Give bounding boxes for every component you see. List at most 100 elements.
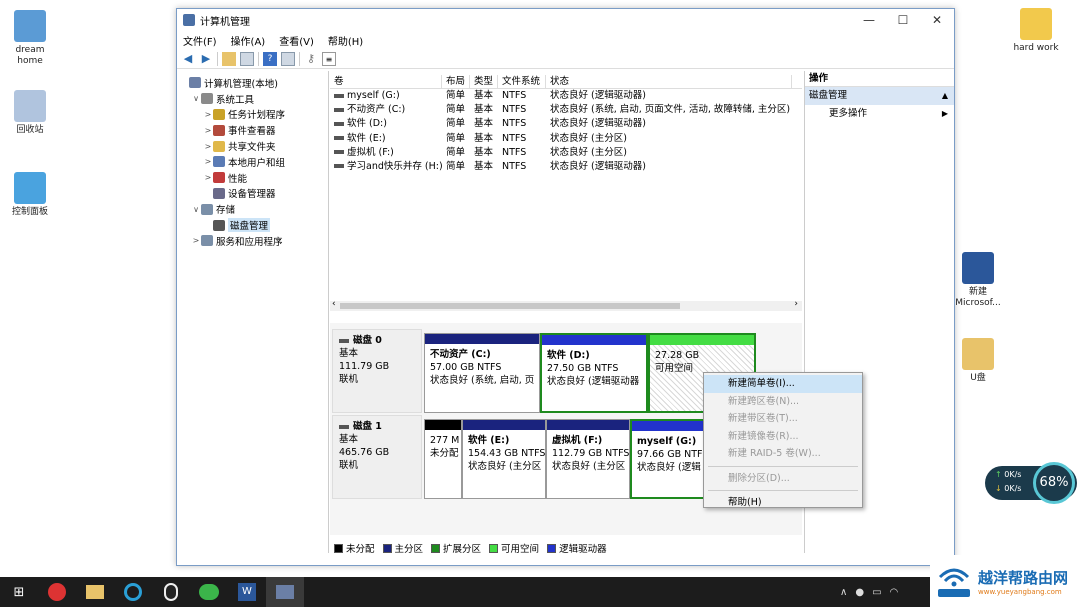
collapse-up-icon[interactable]: ▲ [942, 87, 948, 105]
expand-arrow-icon[interactable]: > [203, 110, 213, 119]
expand-arrow-icon[interactable]: ∨ [191, 94, 201, 103]
volume-row[interactable]: 软件 (D:) 简单 基本 NTFS 状态良好 (逻辑驱动器) [330, 117, 802, 131]
key-icon[interactable]: ⚷ [304, 52, 318, 66]
desktop-icon[interactable]: 控制面板 [0, 172, 60, 218]
tree-item[interactable]: > 本地用户和组 [177, 154, 328, 170]
netease-music-icon[interactable] [38, 577, 76, 607]
partition-status: 状态良好 (系统, 启动, 页 [430, 375, 535, 386]
tray-battery-icon[interactable]: ▭ [872, 587, 881, 598]
cell-filesystem: NTFS [498, 146, 546, 160]
scroll-thumb[interactable] [340, 303, 680, 309]
tree-node-icon [213, 219, 225, 231]
cell-text: 简单 [446, 118, 466, 130]
tree-node-icon [213, 124, 225, 136]
partition-block[interactable]: 虚拟机 (F:) 112.79 GB NTFS 状态良好 (主分区 [546, 419, 630, 499]
tree-item-label: 计算机管理(本地) [204, 78, 278, 90]
actions-section-disk-management[interactable]: 磁盘管理 ▲ [805, 87, 954, 105]
expand-arrow-icon[interactable]: > [203, 142, 213, 151]
show-hide-tree-icon[interactable] [240, 51, 254, 66]
tray-wifi-icon[interactable]: ◠ [890, 587, 899, 598]
close-button[interactable]: ✕ [920, 9, 954, 31]
maximize-button[interactable]: ☐ [886, 9, 920, 31]
tree-item[interactable]: ∨ 系统工具 [177, 91, 328, 107]
file-explorer-icon[interactable] [76, 577, 114, 607]
forward-arrow-icon[interactable]: ▶ [199, 52, 213, 66]
volume-row[interactable]: 软件 (E:) 简单 基本 NTFS 状态良好 (主分区) [330, 132, 802, 146]
cell-status: 状态良好 (主分区) [546, 132, 792, 146]
disk-info[interactable]: 磁盘 0 基本 111.79 GB 联机 [332, 329, 422, 413]
context-menu-item: 新建带区卷(T)... [728, 413, 798, 424]
menu-action[interactable]: 操作(A) [231, 33, 266, 48]
menu-file[interactable]: 文件(F) [183, 33, 217, 48]
desktop-icon[interactable]: U盘 [948, 338, 1008, 384]
tree-item[interactable]: > 任务计划程序 [177, 107, 328, 123]
computer-management-taskbar-icon[interactable] [266, 577, 304, 607]
partition-block[interactable]: 软件 (E:) 154.43 GB NTFS 状态良好 (主分区 [462, 419, 546, 499]
qq-icon[interactable] [152, 577, 190, 607]
start-windows-icon[interactable]: ⊞ [0, 577, 38, 607]
tree-item[interactable]: 磁盘管理 [177, 217, 328, 233]
menu-view[interactable]: 查看(V) [279, 33, 314, 48]
up-folder-icon[interactable] [222, 51, 236, 66]
desktop-icon[interactable]: hard work [1006, 8, 1066, 54]
tree-item[interactable]: > 性能 [177, 170, 328, 186]
scroll-right-icon[interactable]: › [794, 299, 798, 309]
more-actions-label: 更多操作 [829, 108, 868, 119]
minimize-button[interactable]: — [852, 9, 886, 31]
expand-arrow-icon[interactable]: ∨ [191, 205, 201, 214]
word-icon[interactable]: W [228, 577, 266, 607]
properties-icon[interactable] [281, 51, 295, 66]
list-view-icon[interactable]: ≡ [322, 51, 336, 66]
col-status[interactable]: 状态 [546, 75, 792, 88]
desktop-icon[interactable]: 回收站 [0, 90, 60, 136]
volume-row[interactable]: 虚拟机 (F:) 简单 基本 NTFS 状态良好 (主分区) [330, 146, 802, 160]
tree-node-icon [213, 108, 225, 120]
back-arrow-icon[interactable]: ◀ [181, 52, 195, 66]
partition-block[interactable]: 软件 (D:) 27.50 GB NTFS 状态良好 (逻辑驱动器 [540, 333, 648, 413]
expand-arrow-icon[interactable]: > [203, 173, 213, 182]
expand-arrow-icon[interactable]: > [191, 236, 201, 245]
desktop-item-icon [962, 252, 994, 284]
tree-item[interactable]: > 共享文件夹 [177, 138, 328, 154]
cell-type: 基本 [470, 89, 498, 103]
partition-body: 不动资产 (C:) 57.00 GB NTFS 状态良好 (系统, 启动, 页 [425, 344, 539, 391]
volume-row[interactable]: myself (G:) 简单 基本 NTFS 状态良好 (逻辑驱动器) [330, 89, 802, 103]
menu-help[interactable]: 帮助(H) [328, 33, 363, 48]
disk-size: 111.79 GB [339, 361, 390, 372]
browser-icon[interactable] [114, 577, 152, 607]
context-menu-item[interactable]: 新建简单卷(I)... [704, 375, 862, 393]
partition-block[interactable]: 277 M 未分配 [424, 419, 462, 499]
tree-item[interactable]: > 服务和应用程序 [177, 233, 328, 249]
expand-arrow-icon[interactable]: > [203, 157, 213, 166]
tree-item-label: 性能 [228, 173, 248, 185]
tray-chat-icon[interactable]: ● [855, 587, 864, 598]
horizontal-scrollbar[interactable]: ‹ › [330, 299, 802, 311]
tree-item[interactable]: ∨ 存储 [177, 201, 328, 217]
help-icon[interactable]: ? [263, 51, 277, 66]
tree-item[interactable]: > 事件查看器 [177, 122, 328, 138]
volume-row[interactable]: 学习and快乐并存 (H:) 简单 基本 NTFS 状态良好 (逻辑驱动器) [330, 160, 802, 174]
desktop-icon[interactable]: 新建 Microsof... [948, 252, 1008, 309]
col-type[interactable]: 类型 [470, 75, 498, 88]
scroll-left-icon[interactable]: ‹ [332, 299, 336, 309]
disk-info[interactable]: 磁盘 1 基本 465.76 GB 联机 [332, 415, 422, 499]
col-volume[interactable]: 卷 [330, 75, 442, 88]
tray-expand-icon[interactable]: ∧ [840, 587, 847, 598]
context-menu-item: 新建镜像卷(R)... [728, 430, 799, 442]
cell-text: 软件 (D:) [347, 118, 387, 130]
partition-block[interactable]: 不动资产 (C:) 57.00 GB NTFS 状态良好 (系统, 启动, 页 [424, 333, 540, 413]
network-speed-widget[interactable]: ↑ 0K/s ↓ 0K/s 68% [985, 462, 1077, 504]
tree-item[interactable]: 设备管理器 [177, 186, 328, 202]
more-actions-item[interactable]: 更多操作 ▶ [805, 105, 954, 123]
desktop-icon[interactable]: dream home [0, 10, 60, 67]
tree-item[interactable]: 计算机管理(本地) [177, 75, 328, 91]
legend-label: 逻辑驱动器 [559, 544, 607, 555]
col-layout[interactable]: 布局 [442, 75, 470, 88]
volume-row[interactable]: 不动资产 (C:) 简单 基本 NTFS 状态良好 (系统, 启动, 页面文件, 活动,… [330, 103, 802, 117]
wechat-icon[interactable] [190, 577, 228, 607]
desktop-icon-label: 新建 [968, 287, 987, 297]
col-filesystem[interactable]: 文件系统 [498, 75, 546, 88]
partition-color-bar [463, 420, 545, 430]
expand-arrow-icon[interactable]: > [203, 126, 213, 135]
context-menu-item[interactable]: 帮助(H) [704, 494, 862, 512]
